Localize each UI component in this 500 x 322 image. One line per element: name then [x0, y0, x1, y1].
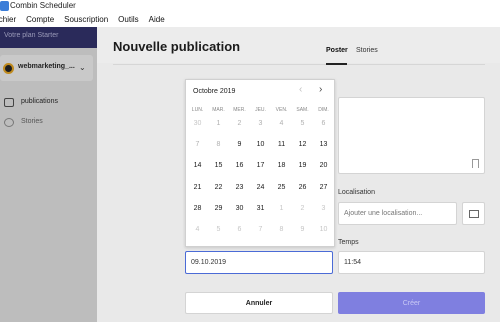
calendar-day: 6 [237, 226, 242, 233]
sidebar-item-publications[interactable]: publications [0, 96, 97, 110]
menu-item-aide[interactable]: Aide [149, 13, 165, 27]
calendar-day: 4 [279, 120, 284, 127]
location-label: Localisation [338, 189, 375, 196]
app-logo-icon [0, 1, 9, 11]
calendar-day: 4 [195, 226, 200, 233]
calendar-day: 10 [319, 226, 328, 233]
calendar-day[interactable]: 20 [313, 159, 334, 173]
window-title: Combin Scheduler [10, 1, 76, 10]
main-header: Nouvelle publication Poster Stories [97, 27, 500, 63]
stories-icon [4, 118, 14, 127]
account-name: webmarketing_... [18, 63, 75, 70]
plan-text: Votre plan Starter [4, 32, 59, 39]
calendar-day[interactable]: 29 [208, 202, 229, 216]
calendar-day[interactable]: 19 [292, 159, 313, 173]
calendar-day[interactable]: 14 [187, 159, 208, 173]
weekday-header: LUN. MAR. MER. JEU. VEN. SAM. DIM. [187, 107, 335, 117]
menu-item-fichier[interactable]: ichier [0, 13, 16, 27]
sidebar-item-label: Stories [21, 118, 43, 125]
sidebar-item-label: publications [21, 98, 58, 105]
calendar-day[interactable]: 12 [292, 138, 313, 152]
calendar-day[interactable]: 10 [250, 138, 271, 152]
calendar-day[interactable]: 15 [208, 159, 229, 173]
camera-icon [4, 98, 14, 107]
tab-poster[interactable]: Poster [326, 47, 348, 54]
calendar-day[interactable]: 31 [250, 202, 271, 216]
plan-banner: Votre plan Starter [0, 27, 97, 48]
calendar-day[interactable]: 22 [208, 181, 229, 195]
calendar-day: 8 [216, 141, 221, 149]
create-button[interactable]: Créer [338, 292, 485, 314]
weekday-label: MER. [233, 107, 246, 113]
time-input[interactable]: 11:54 [338, 251, 485, 274]
calendar-day[interactable]: 18 [271, 159, 292, 173]
calendar-day[interactable]: 9 [229, 138, 250, 152]
calendar-day[interactable]: 27 [313, 181, 334, 195]
location-input[interactable]: Ajouter une localisation... [338, 202, 457, 225]
calendar-day[interactable]: 21 [187, 181, 208, 195]
sidebar-item-stories[interactable]: Stories [0, 116, 97, 130]
map-button[interactable] [462, 202, 485, 225]
calendar-day[interactable]: 26 [292, 181, 313, 195]
calendar-day[interactable]: 16 [229, 159, 250, 173]
calendar-day: 2 [237, 120, 242, 127]
tab-divider [113, 64, 485, 65]
chevron-down-icon: ⌄ [79, 63, 86, 72]
calendar-day: 7 [195, 141, 200, 149]
calendar-day[interactable]: 30 [229, 202, 250, 216]
active-tab-indicator [326, 63, 347, 65]
menu-item-souscription[interactable]: Souscription [64, 13, 108, 27]
time-label: Temps [338, 239, 359, 246]
calendar-day: 3 [258, 120, 263, 127]
menu-item-outils[interactable]: Outils [118, 13, 138, 27]
date-input[interactable]: 09.10.2019 [185, 251, 333, 274]
account-selector[interactable]: webmarketing_... ⌄ [0, 55, 93, 81]
calendar-day[interactable]: 24 [250, 181, 271, 195]
map-icon [469, 210, 479, 218]
next-month-icon[interactable]: › [319, 84, 322, 95]
sidebar: Votre plan Starter webmarketing_... ⌄ pu… [0, 27, 97, 322]
calendar-day[interactable]: 23 [229, 181, 250, 195]
calendar-day[interactable]: 28 [187, 202, 208, 216]
calendar-day: 7 [258, 226, 263, 233]
cancel-button[interactable]: Annuler [185, 292, 333, 314]
avatar [3, 63, 14, 74]
calendar-day[interactable]: 25 [271, 181, 292, 195]
weekday-label: SAM. [296, 107, 309, 113]
bookmark-icon[interactable] [472, 159, 479, 168]
calendar-day: 30 [193, 120, 202, 127]
month-label: Octobre 2019 [193, 88, 236, 95]
page-title: Nouvelle publication [113, 39, 241, 54]
calendar-day: 5 [300, 120, 305, 127]
calendar-day: 1 [279, 204, 284, 212]
weekday-label: LUN. [191, 107, 204, 113]
weekday-label: DIM. [318, 107, 329, 113]
date-picker: Octobre 2019 ‹ › LUN. MAR. MER. JEU. VEN. SAM… [185, 79, 335, 247]
weekday-label: MAR. [212, 107, 225, 113]
calendar-day: 3 [321, 204, 326, 212]
caption-textarea[interactable] [338, 97, 485, 174]
calendar-day[interactable]: 17 [250, 159, 271, 173]
calendar-day: 9 [300, 226, 305, 233]
calendar-day: 1 [216, 120, 221, 127]
calendar-day: 5 [216, 226, 221, 233]
calendar-day: 2 [300, 204, 305, 212]
weekday-label: JEU. [255, 107, 266, 113]
tab-stories[interactable]: Stories [356, 47, 378, 54]
calendar-day[interactable]: 11 [271, 138, 292, 152]
title-bar: Combin Scheduler [0, 0, 500, 13]
weekday-label: VEN. [275, 107, 288, 113]
menu-item-compte[interactable]: Compte [26, 13, 54, 27]
menu-bar: ichier Compte Souscription Outils Aide [0, 13, 500, 27]
calendar-day: 8 [279, 226, 284, 233]
calendar-day[interactable]: 13 [313, 138, 334, 152]
prev-month-icon[interactable]: ‹ [299, 84, 302, 95]
calendar-day: 6 [321, 120, 326, 127]
